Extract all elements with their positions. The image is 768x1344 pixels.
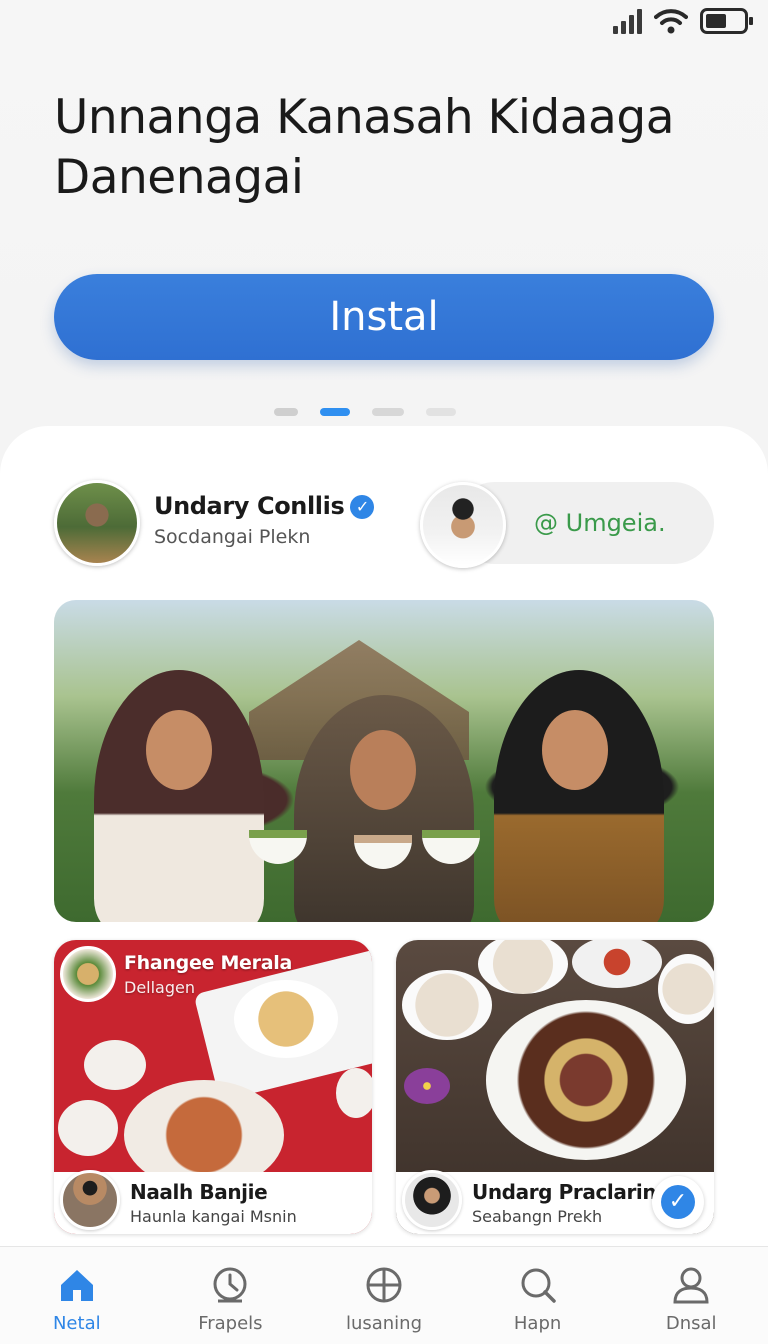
side-dish — [58, 1100, 118, 1156]
tab-dnsal[interactable]: Dnsal — [614, 1247, 768, 1344]
bottom-tab-bar: Netal Frapels lusaning Hapn Dnsal — [0, 1246, 768, 1344]
mention-avatar[interactable] — [420, 482, 506, 568]
tab-netal[interactable]: Netal — [0, 1247, 154, 1344]
card-author-name[interactable]: Undarg Praclarin — [472, 1180, 657, 1204]
card-tag-avatar[interactable] — [60, 946, 116, 1002]
status-bar — [0, 0, 768, 44]
card-author-subtitle: Haunla kangai Msnin — [130, 1207, 297, 1226]
hero-title: Unnanga Kanasah Kidaaga Danenagai — [54, 88, 714, 208]
home-icon — [60, 1270, 93, 1301]
tab-label: Netal — [52, 1313, 101, 1334]
profile-avatar[interactable] — [54, 480, 140, 566]
wifi-icon — [654, 9, 688, 34]
face-shape — [350, 730, 416, 810]
cup-shape — [572, 940, 662, 988]
stew-bowl — [486, 1000, 686, 1160]
status-icons — [613, 8, 753, 34]
side-dish — [84, 1040, 146, 1090]
card-tag: Fhangee Merala Dellagen — [60, 946, 292, 1002]
profile-row: Undary Conllis ✓ Socdangai Plekn @ Umgeia… — [54, 480, 714, 570]
clock-icon — [213, 1267, 247, 1303]
post-card-right[interactable]: Undarg Praclarin Seabangn Prekh ✓ — [396, 940, 714, 1234]
verified-icon: ✓ — [350, 495, 375, 519]
check-badge-icon[interactable]: ✓ — [652, 1176, 704, 1228]
pager-dot[interactable] — [372, 408, 404, 416]
install-button[interactable]: Instal — [54, 274, 714, 360]
person-figure — [94, 670, 264, 922]
tab-frapels[interactable]: Frapels — [154, 1247, 308, 1344]
tab-label: Hapn — [513, 1313, 562, 1334]
profile-name[interactable]: Undary Conllis ✓ — [154, 492, 375, 520]
face-shape — [542, 710, 608, 790]
hero-title-line2: Danenagai — [54, 150, 304, 205]
mention-text: @ Umgeia. — [534, 509, 666, 537]
person-figure — [494, 670, 664, 922]
tab-lusaning[interactable]: lusaning — [307, 1247, 461, 1344]
face-shape — [146, 710, 212, 790]
pager-dot[interactable] — [426, 408, 456, 416]
orchid-flower — [404, 1068, 450, 1104]
cup-shape — [402, 970, 492, 1040]
carousel-pager — [274, 408, 456, 416]
hero-title-line1: Unnanga Kanasah Kidaaga — [54, 90, 675, 145]
card-footer: Naalh Banjie Haunla kangai Msnin — [54, 1170, 372, 1234]
grid-icon — [366, 1267, 402, 1303]
post-card-left[interactable]: Fhangee Merala Dellagen Naalh Banjie Hau… — [54, 940, 372, 1234]
cup-shape — [658, 954, 714, 1024]
pager-dot[interactable] — [274, 408, 298, 416]
side-dish — [336, 1068, 372, 1118]
card-author-name[interactable]: Naalh Banjie — [130, 1180, 297, 1204]
person-icon — [673, 1267, 709, 1304]
tab-hapn[interactable]: Hapn — [461, 1247, 615, 1344]
tab-label: lusaning — [345, 1313, 423, 1334]
cup-shape — [478, 940, 568, 994]
card-author-avatar[interactable] — [60, 1170, 120, 1230]
card-author-subtitle: Seabangn Prekh — [472, 1207, 603, 1226]
card-footer: Undarg Praclarin Seabangn Prekh ✓ — [396, 1170, 714, 1234]
search-icon — [521, 1268, 556, 1303]
profile-name-text: Undary Conllis — [154, 492, 345, 520]
battery-icon — [700, 8, 753, 34]
signal-icon — [613, 8, 642, 34]
tab-label: Dnsal — [665, 1313, 717, 1334]
card-tag-title: Fhangee Merala — [124, 951, 292, 974]
pager-dot-active[interactable] — [320, 408, 350, 416]
featured-photo[interactable] — [54, 600, 714, 922]
card-author-avatar[interactable] — [402, 1170, 462, 1230]
tab-label: Frapels — [198, 1313, 263, 1334]
card-tag-subtitle: Dellagen — [124, 977, 195, 997]
profile-handle: Socdangai Plekn — [154, 526, 311, 548]
